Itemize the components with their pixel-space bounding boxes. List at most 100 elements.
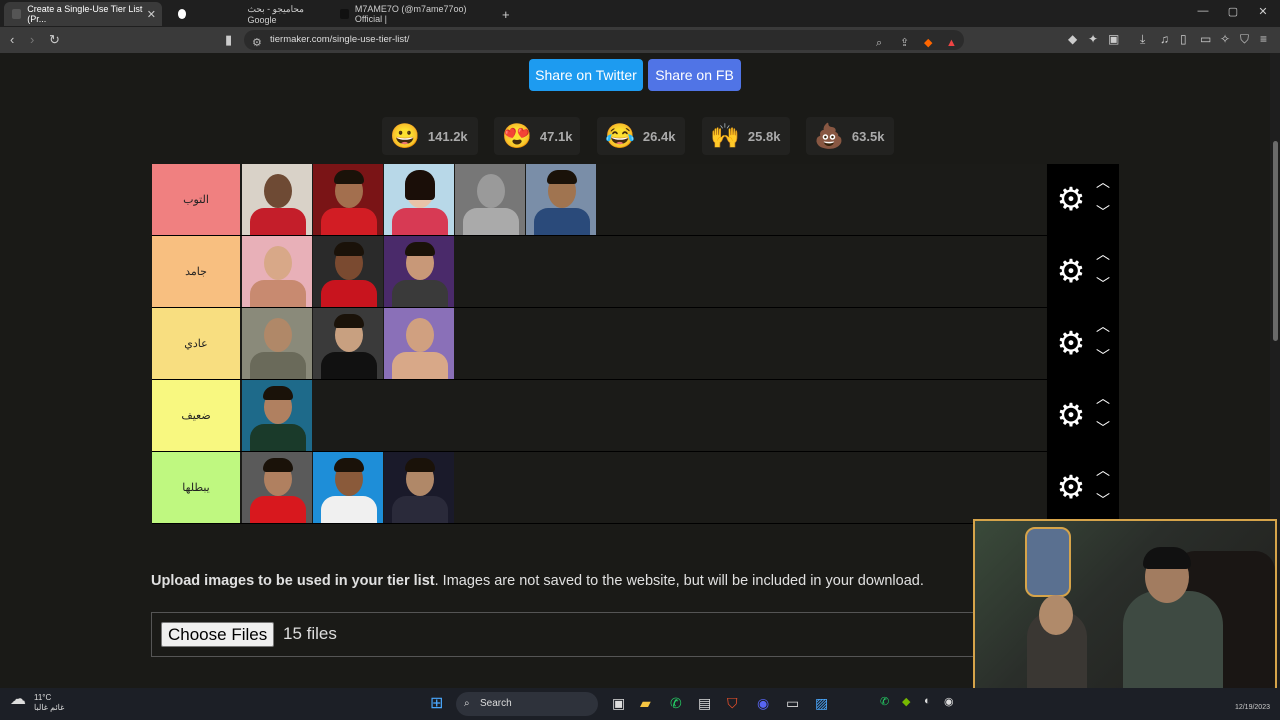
brave-icon[interactable]: ⛉ (727, 695, 738, 712)
tier-item-image[interactable] (242, 452, 312, 523)
tab-tiermaker[interactable]: Create a Single-Use Tier List (Pr... ✕ (4, 2, 162, 26)
tier-controls: ⚙ ︿ ﹀ (1047, 452, 1119, 523)
tier-label[interactable]: ضعيف (152, 380, 240, 451)
tier-item-image[interactable] (313, 236, 383, 307)
tier-item-image[interactable] (313, 164, 383, 235)
chevron-up-icon[interactable]: ︿ (1093, 172, 1113, 192)
brave-rewards-icon[interactable]: ▲ (946, 33, 957, 53)
close-window-button[interactable]: ✕ (1248, 5, 1278, 18)
zoom-icon[interactable]: ⌕ (876, 33, 882, 53)
back-icon[interactable]: ‹ (10, 32, 14, 47)
reaction-raised-hands[interactable]: 🙌 25.8k (702, 117, 790, 155)
weather-widget[interactable]: ☁ 11°C غائم غالبا (10, 691, 64, 713)
tier-item-image[interactable] (242, 236, 312, 307)
reaction-poop[interactable]: 💩 63.5k (806, 117, 894, 155)
cloud-icon: ☁ (10, 691, 26, 708)
tab-title: M7AME7O (@m7ame77oo) Official | (354, 4, 467, 24)
tier-item-image[interactable] (526, 164, 596, 235)
address-bar[interactable]: ⚙ tiermaker.com/single-use-tier-list/ ⌕ … (244, 30, 964, 50)
close-tab-icon[interactable]: ✕ (147, 8, 156, 21)
tier-item-image[interactable] (313, 308, 383, 379)
whatsapp-icon[interactable]: ✆ (670, 695, 682, 712)
site-info-icon[interactable]: ⚙ (252, 33, 262, 53)
reaction-heart-eyes[interactable]: 😍 47.1k (494, 117, 580, 155)
media-icon[interactable]: ♫ (1160, 32, 1169, 46)
tray-whatsapp-icon[interactable]: ✆ (880, 695, 889, 708)
gear-icon[interactable]: ⚙ (1053, 325, 1089, 361)
tier-row: عادي ⚙ ︿ ﹀ (152, 308, 1119, 380)
tray-app-icon[interactable]: ◐ (924, 695, 931, 707)
tier-item-image[interactable] (313, 452, 383, 523)
chevron-down-icon[interactable]: ﹀ (1093, 202, 1113, 222)
paint-icon[interactable]: ▨ (815, 695, 828, 712)
tier-item-image[interactable] (384, 452, 454, 523)
chevron-down-icon[interactable]: ﹀ (1093, 274, 1113, 294)
terminal-icon[interactable]: ▭ (786, 695, 799, 712)
gear-icon[interactable]: ⚙ (1053, 469, 1089, 505)
brave-shield-icon[interactable]: ◆ (924, 33, 932, 53)
tier-drop-area[interactable] (241, 164, 1046, 235)
tab-tiktok[interactable]: M7AME7O (@m7ame77oo) Official | (332, 2, 492, 26)
tier-item-image[interactable] (384, 164, 454, 235)
tier-drop-area[interactable] (241, 308, 1046, 379)
tab-google[interactable]: محاميجو - بحث Google (170, 2, 330, 26)
tier-label[interactable]: جامد (152, 236, 240, 307)
chevron-down-icon[interactable]: ﹀ (1093, 490, 1113, 510)
share-twitter-button[interactable]: Share on Twitter (529, 59, 643, 91)
tier-item-image[interactable] (242, 164, 312, 235)
maximize-button[interactable]: ▢ (1218, 5, 1248, 18)
tier-item-image[interactable] (242, 308, 312, 379)
minimize-button[interactable]: — (1188, 5, 1218, 17)
chevron-down-icon[interactable]: ﹀ (1093, 418, 1113, 438)
wallet-icon[interactable]: ▭ (1200, 32, 1211, 46)
gear-icon[interactable]: ⚙ (1053, 253, 1089, 289)
taskbar-search[interactable]: ⌕ Search (456, 692, 598, 716)
reaction-grinning[interactable]: 😀 141.2k (382, 117, 478, 155)
chevron-up-icon[interactable]: ︿ (1093, 388, 1113, 408)
scrollbar-thumb[interactable] (1273, 141, 1278, 341)
share-facebook-button[interactable]: Share on FB (648, 59, 741, 91)
sidebar-icon[interactable]: ▯ (1180, 32, 1187, 46)
tier-label[interactable]: التوب (152, 164, 240, 235)
tier-label[interactable]: عادي (152, 308, 240, 379)
chevron-up-icon[interactable]: ︿ (1093, 244, 1113, 264)
upload-instructions-rest: . Images are not saved to the website, b… (434, 573, 924, 589)
tray-nvidia-icon[interactable]: ◆ (902, 695, 910, 708)
tier-item-image[interactable] (384, 236, 454, 307)
task-view-icon[interactable]: ▣ (612, 695, 625, 712)
tier-label[interactable]: يبطلها (152, 452, 240, 523)
windows-start-icon[interactable]: ⊞ (430, 693, 443, 713)
gear-icon[interactable]: ⚙ (1053, 397, 1089, 433)
taskbar-search-label: Search (480, 698, 512, 709)
leo-icon[interactable]: ✧ (1220, 32, 1230, 46)
chevron-down-icon[interactable]: ﹀ (1093, 346, 1113, 366)
tier-item-image[interactable] (242, 380, 312, 451)
forward-icon[interactable]: › (30, 32, 34, 47)
puzzle-icon[interactable]: ✦ (1088, 32, 1098, 46)
share-icon[interactable]: ⇪ (900, 33, 909, 53)
app-icon[interactable]: ▤ (698, 695, 711, 712)
screenshot-icon[interactable]: ▣ (1108, 32, 1119, 46)
tray-discord-icon[interactable]: ◉ (944, 695, 954, 708)
bookmark-icon[interactable]: ▮ (225, 32, 232, 48)
reaction-laughing[interactable]: 😂 26.4k (597, 117, 685, 155)
new-tab-button[interactable]: + (494, 2, 514, 26)
tier-item-image[interactable] (384, 308, 454, 379)
chevron-up-icon[interactable]: ︿ (1093, 316, 1113, 336)
tier-drop-area[interactable] (241, 236, 1046, 307)
extension-icon[interactable]: ◆ (1068, 32, 1077, 46)
menu-icon[interactable]: ≡ (1260, 32, 1267, 46)
download-icon[interactable]: ⤓ (1140, 32, 1145, 47)
reload-icon[interactable]: ↻ (49, 32, 60, 48)
discord-icon[interactable]: ◉ (757, 695, 769, 712)
gear-icon[interactable]: ⚙ (1053, 181, 1089, 217)
taskbar-date[interactable]: 12/19/2023 (1235, 704, 1270, 711)
file-explorer-icon[interactable]: ▰ (640, 695, 651, 712)
tier-item-image[interactable] (455, 164, 525, 235)
choose-files-button[interactable]: Choose Files (161, 622, 275, 647)
tier-drop-area[interactable] (241, 380, 1046, 451)
file-upload-field[interactable]: Choose Files 15 files (151, 612, 981, 657)
tier-drop-area[interactable] (241, 452, 1046, 523)
vpn-icon[interactable]: ⛉ (1240, 32, 1249, 47)
chevron-up-icon[interactable]: ︿ (1093, 460, 1113, 480)
